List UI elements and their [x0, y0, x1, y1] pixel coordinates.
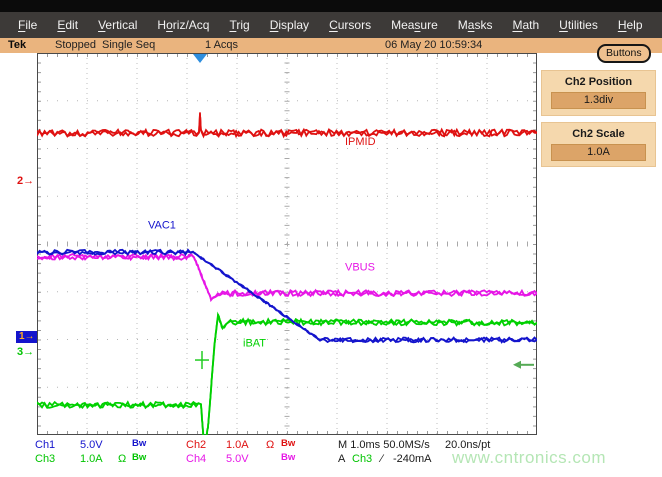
menu-help[interactable]: Help [618, 18, 643, 32]
ch4-scale: 5.0V [226, 453, 249, 465]
menu-cursors[interactable]: Cursors [329, 18, 371, 32]
menu-vertical[interactable]: Vertical [98, 18, 137, 32]
tek-logo: Tek [8, 39, 26, 51]
ch3-scale: 1.0A [80, 453, 103, 465]
trigger-level: -240mA [393, 453, 432, 465]
trigger-level-arrow-icon[interactable] [513, 361, 521, 369]
menu-utilities[interactable]: Utilities [559, 18, 598, 32]
trace-label-vac1: VAC1 [148, 220, 176, 232]
menu-display[interactable]: Display [270, 18, 309, 32]
ch2-position-value[interactable]: 1.3div [551, 92, 646, 109]
acquisition-status: Stopped [55, 39, 96, 51]
ch4-readout-label[interactable]: Ch4 [186, 453, 206, 465]
trace-label-ibat: iBAT [243, 338, 266, 350]
menu-math[interactable]: Math [512, 18, 539, 32]
ch1-position-marker[interactable]: 1→ [16, 331, 37, 343]
ch3-bandwidth-badge: Bw [132, 452, 146, 463]
ch2-position-marker[interactable]: 2→ [17, 175, 34, 187]
trace-ibat [37, 314, 537, 435]
ch2-position-title: Ch2 Position [542, 76, 655, 88]
menu-bar: File Edit Vertical Horiz/Acq Trig Display Curs… [0, 12, 662, 38]
ch2-ohm-badge: Ω [266, 439, 274, 451]
datetime: 06 May 20 10:59:34 [385, 39, 482, 51]
acquisition-count: 1 Acqs [205, 39, 238, 51]
trigger-edge-icon: ∕ [381, 453, 383, 465]
ch3-position-marker[interactable]: 3→ [17, 346, 34, 358]
ch2-scale-card: Ch2 Scale 1.0A [541, 122, 656, 167]
acquisition-mode: Single Seq [102, 39, 155, 51]
menu-edit[interactable]: Edit [57, 18, 78, 32]
timebase-readout: M 1.0ms 50.0MS/s [338, 439, 430, 451]
ch1-scale: 5.0V [80, 439, 103, 451]
ch2-readout-label[interactable]: Ch2 [186, 439, 206, 451]
ch2-position-card: Ch2 Position 1.3div [541, 70, 656, 116]
menu-trig[interactable]: Trig [229, 18, 249, 32]
watermark: www.cntronics.com [452, 448, 606, 468]
menu-masks[interactable]: Masks [458, 18, 493, 32]
trace-label-ipmid: IPMID [345, 136, 376, 148]
oscilloscope-screen: File Edit Vertical Horiz/Acq Trig Display Curs… [0, 0, 662, 477]
trigger-position-marker[interactable] [193, 54, 207, 63]
ch2-bandwidth-badge: Bw [281, 438, 295, 449]
ch1-readout-label[interactable]: Ch1 [35, 439, 55, 451]
window-top-strip [0, 0, 662, 12]
ch4-bandwidth-badge: Bw [281, 452, 295, 463]
trigger-mode-label: A [338, 453, 345, 465]
menu-horizacq[interactable]: Horiz/Acq [157, 18, 209, 32]
trigger-source[interactable]: Ch3 [352, 453, 372, 465]
ch2-scale-title: Ch2 Scale [542, 128, 655, 140]
status-bar: Tek Stopped Single Seq 1 Acqs 06 May 20 … [0, 38, 662, 53]
ch1-bandwidth-badge: Bw [132, 438, 146, 449]
menu-measure[interactable]: Measure [391, 18, 438, 32]
ch3-ohm-badge: Ω [118, 453, 126, 465]
trace-ibat [37, 315, 537, 435]
waveform-display: IPMID VBUS iBAT VAC1 [37, 53, 537, 435]
buttons-button[interactable]: Buttons [597, 44, 651, 63]
ch2-scale: 1.0A [226, 439, 249, 451]
menu-file[interactable]: File [18, 18, 37, 32]
graticule-and-traces: IPMID VBUS iBAT VAC1 [37, 53, 537, 435]
ch2-scale-value[interactable]: 1.0A [551, 144, 646, 161]
ch3-readout-label[interactable]: Ch3 [35, 453, 55, 465]
trace-label-vbus: VBUS [345, 262, 375, 274]
